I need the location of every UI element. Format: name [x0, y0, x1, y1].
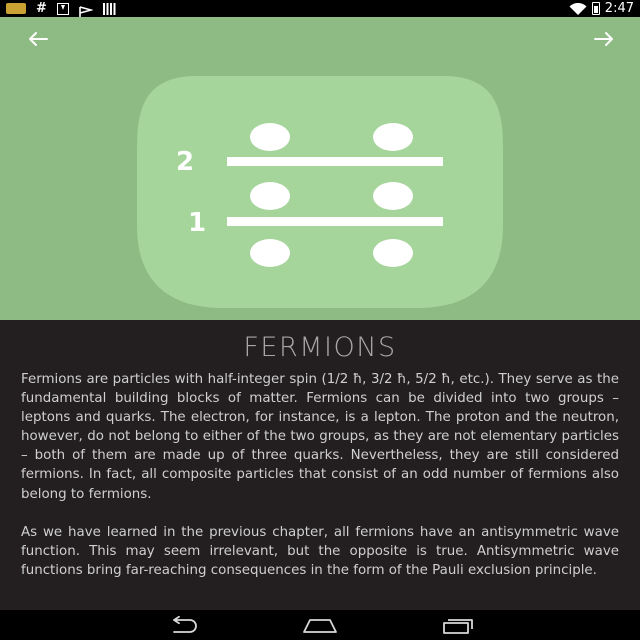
- flag-icon: [79, 3, 94, 17]
- clock: 2:47: [604, 1, 634, 16]
- system-icons: 2:47: [569, 0, 634, 17]
- article-body: Fermions are particles with half-integer…: [21, 370, 619, 599]
- particle: [250, 182, 290, 210]
- energy-level-2-line: [227, 157, 443, 166]
- arrow-left-icon[interactable]: [20, 27, 56, 55]
- barcode-icon: [102, 2, 116, 15]
- system-navigation-bar: [0, 610, 640, 640]
- particle: [373, 239, 413, 267]
- recent-apps-icon[interactable]: [428, 610, 488, 640]
- energy-level-1-line: [227, 217, 443, 226]
- battery-icon: [591, 2, 600, 15]
- illustration-background: [137, 76, 503, 308]
- header-banner: 2 1: [0, 17, 640, 320]
- arrow-right-icon[interactable]: [586, 27, 622, 55]
- page-title: FERMIONS: [243, 332, 397, 363]
- level-label-1: 1: [188, 208, 206, 238]
- hash-icon: #: [36, 1, 47, 16]
- paragraph: Fermions are particles with half-integer…: [21, 372, 619, 502]
- wifi-icon: [569, 2, 587, 15]
- particle: [373, 123, 413, 151]
- level-label-2: 2: [176, 147, 194, 177]
- particle: [250, 239, 290, 267]
- particle: [250, 123, 290, 151]
- paragraph: As we have learned in the previous chapt…: [21, 524, 619, 578]
- notification-icons: #: [6, 1, 116, 17]
- article-content[interactable]: FERMIONS Fermions are particles with hal…: [0, 320, 640, 610]
- back-icon[interactable]: [152, 610, 212, 640]
- home-icon[interactable]: [290, 610, 350, 640]
- particle: [373, 182, 413, 210]
- download-icon: [56, 2, 69, 15]
- app-icon: [6, 3, 26, 14]
- energy-level-illustration: 2 1: [137, 76, 503, 308]
- status-bar: # 2:47: [0, 0, 640, 17]
